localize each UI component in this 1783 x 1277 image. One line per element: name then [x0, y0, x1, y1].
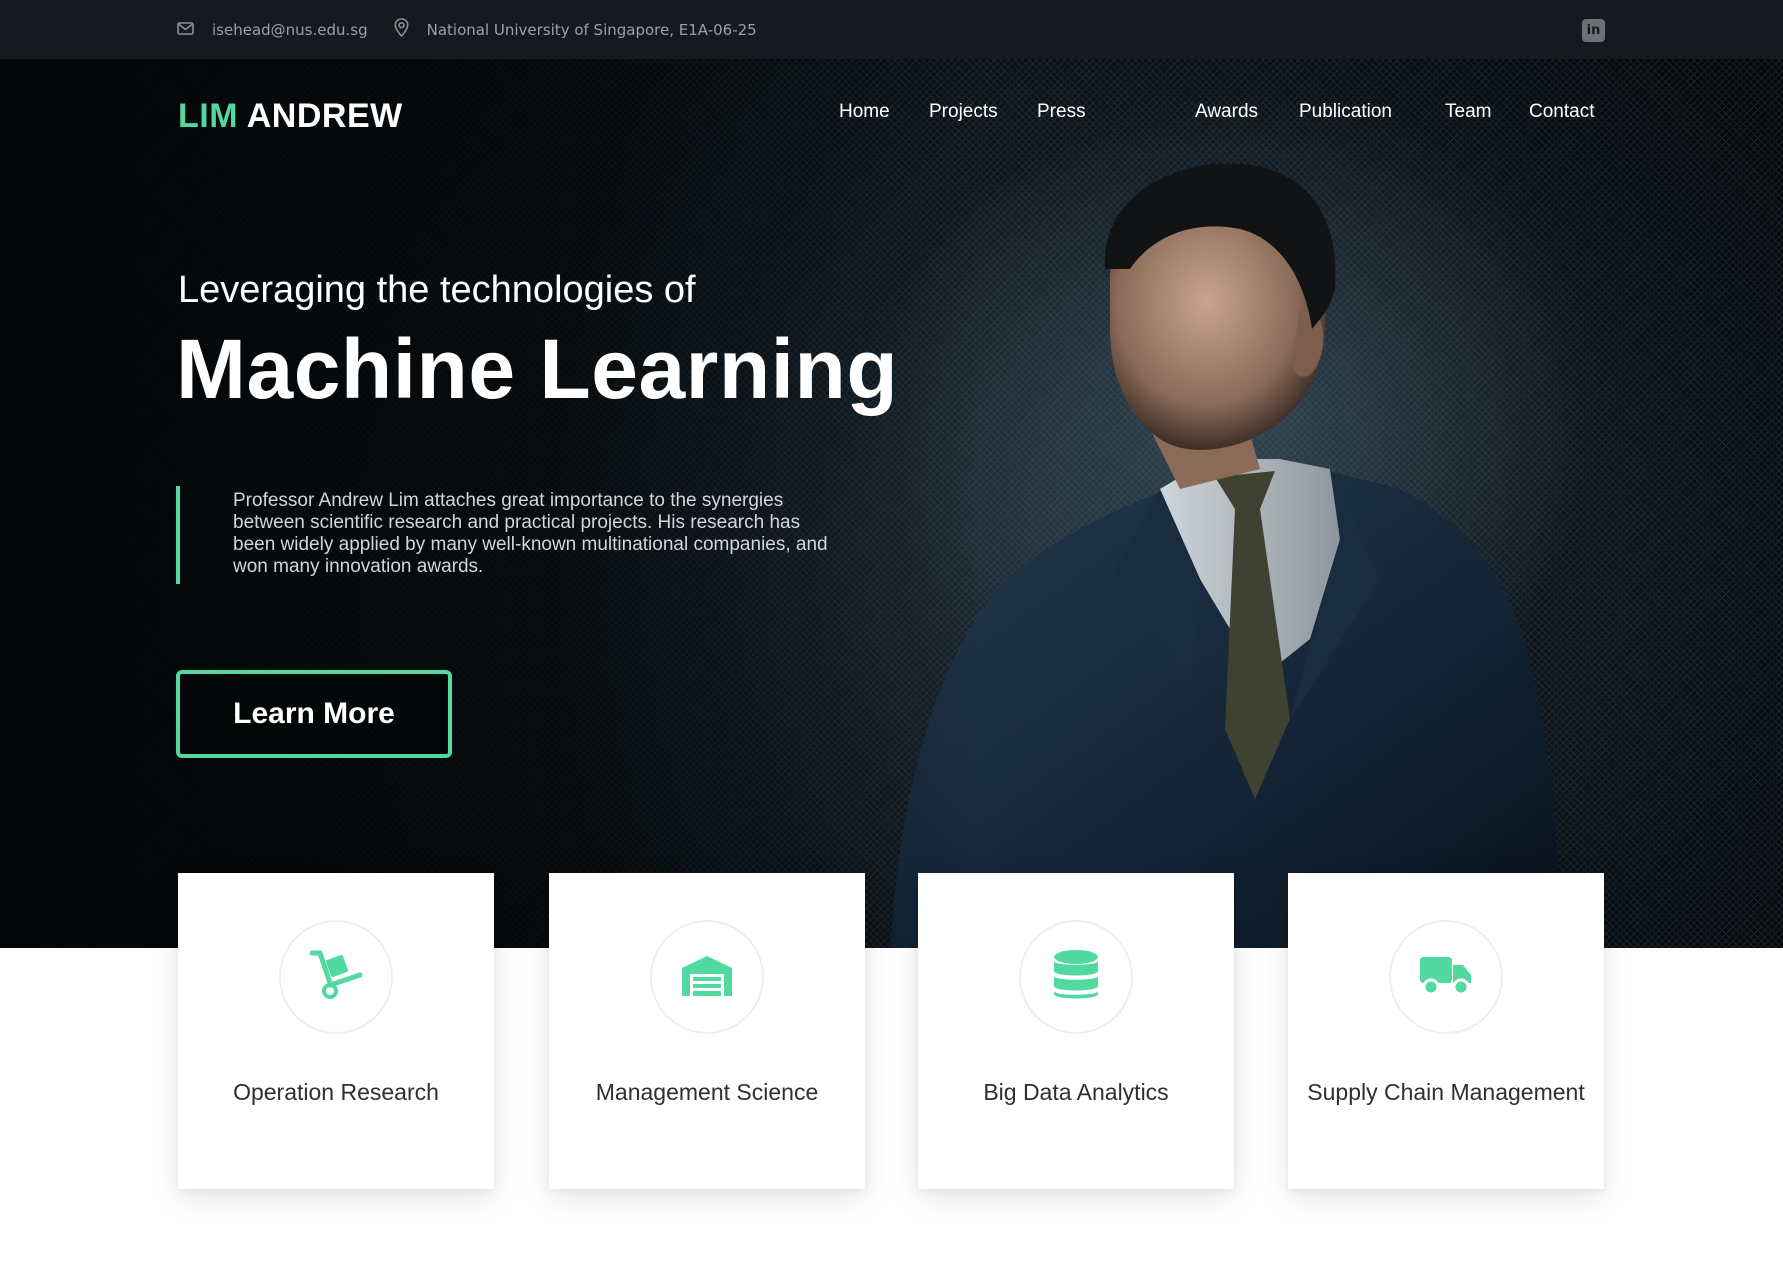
database-icon [1053, 949, 1099, 1005]
quote-accent-bar [176, 486, 180, 584]
card-operation-research[interactable]: Operation Research [178, 873, 494, 1189]
nav-press[interactable]: Press [1037, 101, 1086, 123]
nav-publication[interactable]: Publication [1299, 101, 1392, 123]
contact-info: isehead@nus.edu.sg National University o… [177, 0, 783, 59]
card-icon-circle [1389, 920, 1503, 1034]
main-nav: Home Projects Press Awards Publication T… [0, 101, 1783, 131]
nav-projects[interactable]: Projects [929, 101, 998, 123]
card-icon-circle [650, 920, 764, 1034]
hero-headline: Machine Learning [176, 322, 899, 416]
nav-home[interactable]: Home [839, 101, 890, 123]
hero-subhead: Leveraging the technologies of [178, 269, 696, 311]
card-title: Operation Research [233, 1079, 439, 1105]
hand-truck-icon [308, 949, 364, 1005]
address-item: National University of Singapore, E1A-06… [394, 18, 757, 41]
card-big-data-analytics[interactable]: Big Data Analytics [918, 873, 1234, 1189]
nav-team[interactable]: Team [1445, 101, 1491, 123]
mail-icon [177, 21, 212, 39]
card-title: Management Science [595, 1079, 819, 1105]
card-supply-chain-management[interactable]: Supply Chain Management [1288, 873, 1604, 1189]
email-link[interactable]: isehead@nus.edu.sg [212, 21, 368, 39]
learn-more-button[interactable]: Learn More [176, 670, 452, 758]
truck-icon [1419, 953, 1473, 1001]
top-bar: isehead@nus.edu.sg National University o… [0, 0, 1783, 59]
card-title: Supply Chain Management [1307, 1079, 1585, 1105]
address-text: National University of Singapore, E1A-06… [426, 20, 757, 39]
card-icon-circle [279, 920, 393, 1034]
feature-cards: Operation Research Management Science Bi… [0, 873, 1783, 1189]
hero-section: LIM ANDREW Home Projects Press Awards Pu… [0, 59, 1783, 948]
warehouse-icon [680, 954, 734, 1000]
email-item[interactable]: isehead@nus.edu.sg [177, 21, 368, 39]
location-pin-icon [394, 18, 427, 41]
nav-awards[interactable]: Awards [1195, 101, 1258, 123]
nav-contact[interactable]: Contact [1529, 101, 1594, 123]
card-management-science[interactable]: Management Science [549, 873, 865, 1189]
card-icon-circle [1019, 920, 1133, 1034]
hero-description: Professor Andrew Lim attaches great impo… [233, 490, 828, 577]
linkedin-icon[interactable]: in [1582, 19, 1605, 42]
card-title: Big Data Analytics [983, 1079, 1169, 1105]
